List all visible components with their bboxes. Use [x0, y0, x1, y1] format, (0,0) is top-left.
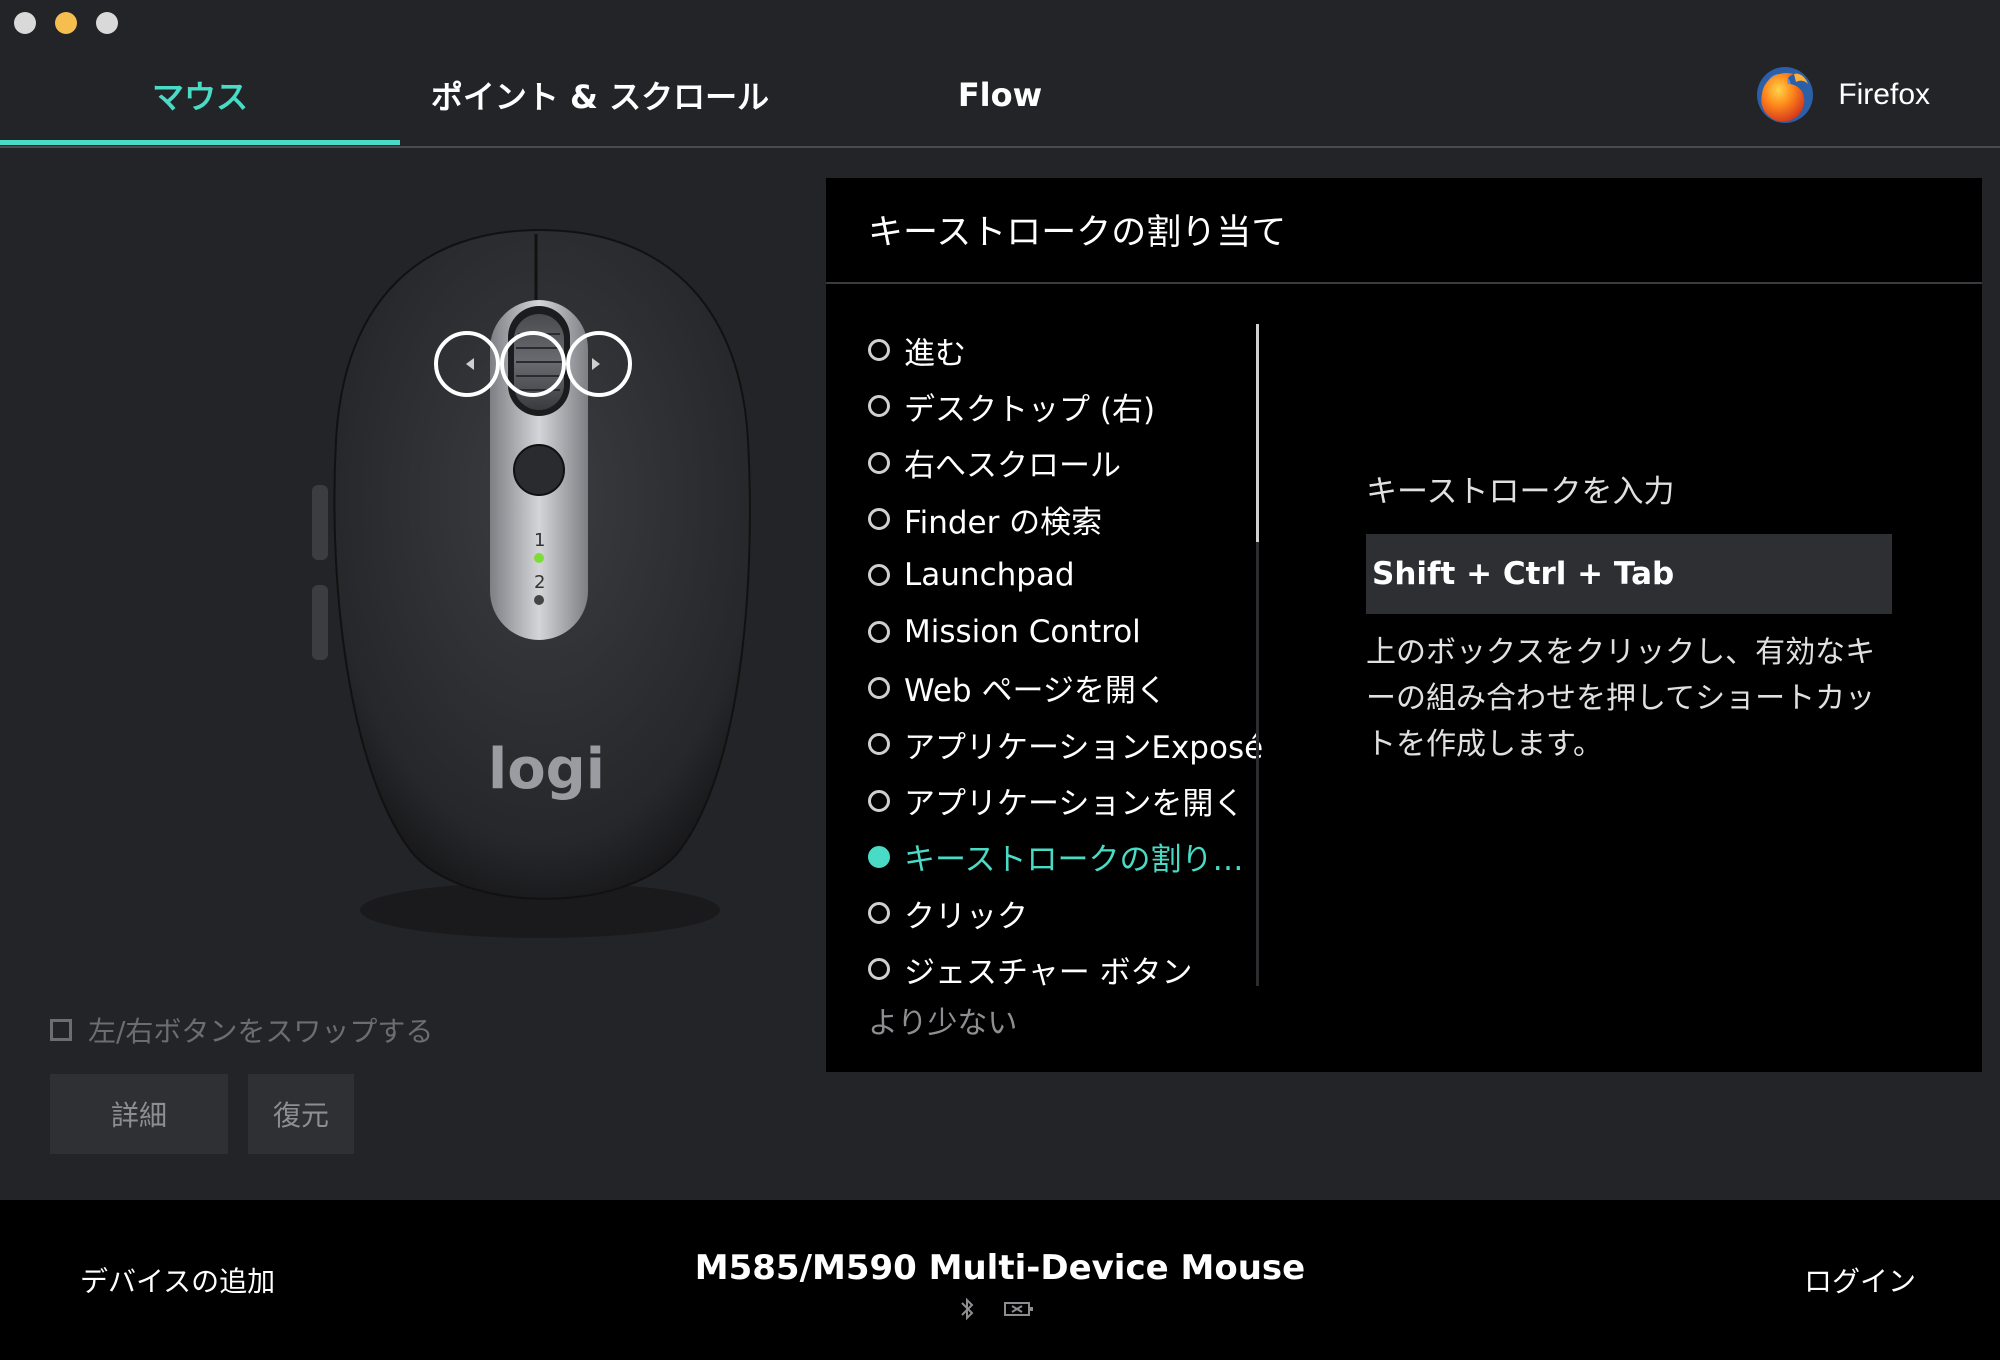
close-window-button[interactable]	[14, 12, 36, 34]
assignment-panel: キーストロークの割り当て 進む デスクトップ (右) 右へスクロール Finde…	[826, 178, 1982, 1072]
action-item-desktop-right[interactable]: デスクトップ (右)	[868, 378, 1248, 434]
tab-point-scroll[interactable]: ポイント & スクロール	[400, 45, 800, 145]
keystroke-label: キーストロークを入力	[1366, 474, 1675, 510]
logi-logo: logi	[488, 737, 605, 802]
panel-title: キーストロークの割り当て	[868, 213, 1287, 253]
tab-mouse[interactable]: マウス	[0, 45, 400, 145]
swap-checkbox[interactable]	[50, 1019, 72, 1041]
action-item-scroll-right[interactable]: 右へスクロール	[868, 435, 1248, 491]
action-label: キーストロークの割り…	[904, 842, 1244, 879]
radio-icon	[868, 902, 890, 925]
action-item-forward[interactable]: 進む	[868, 322, 1248, 378]
channel-2-label: 2	[534, 572, 545, 593]
show-less-link[interactable]: より少ない	[868, 998, 1017, 1042]
channel-1-label: 1	[534, 530, 545, 551]
triangle-right-icon	[592, 358, 600, 370]
swap-label: 左/右ボタンをスワップする	[88, 1015, 434, 1048]
tilt-left-hotspot[interactable]	[434, 331, 500, 397]
radio-icon	[868, 958, 890, 981]
action-label: Finder の検索	[904, 504, 1103, 541]
battery-icon	[1004, 1302, 1033, 1316]
login-button[interactable]: ログイン	[1804, 1260, 1916, 1300]
keystroke-input[interactable]	[1366, 534, 1892, 614]
radio-icon	[868, 395, 890, 418]
active-tab-indicator	[0, 140, 400, 145]
action-item-launchpad[interactable]: Launchpad	[868, 547, 1248, 603]
radio-icon	[868, 789, 890, 812]
action-label: 進む	[904, 335, 966, 372]
window-controls	[14, 12, 118, 34]
scrollbar-thumb[interactable]	[1256, 324, 1259, 542]
action-label: ジェスチャー ボタン	[904, 954, 1193, 991]
action-item-open-app[interactable]: アプリケーションを開く	[868, 772, 1248, 828]
bluetooth-icon	[961, 1297, 974, 1321]
radio-icon	[868, 733, 890, 756]
firefox-icon	[1757, 67, 1814, 123]
radio-icon	[868, 676, 890, 699]
radio-icon	[868, 451, 890, 474]
action-item-app-expose[interactable]: アプリケーションExposé	[868, 716, 1263, 772]
tabs-divider	[0, 146, 2000, 148]
action-item-open-webpage[interactable]: Web ページを開く	[868, 660, 1248, 716]
mouse-illustration: 1 2 logi	[300, 210, 780, 950]
detail-button[interactable]: 詳細	[50, 1074, 228, 1154]
action-item-keystroke[interactable]: キーストロークの割り…	[868, 829, 1248, 885]
radio-icon	[868, 620, 890, 643]
minimize-window-button[interactable]	[55, 12, 77, 34]
tab-bar: マウス ポイント & スクロール Flow	[0, 45, 2000, 145]
tab-flow[interactable]: Flow	[800, 45, 1200, 145]
action-label: アプリケーションを開く	[904, 786, 1245, 823]
reset-button[interactable]: 復元	[248, 1074, 354, 1154]
keystroke-help-text: 上のボックスをクリックし、有効なキーの組み合わせを押してショートカットを作成しま…	[1366, 635, 1876, 762]
action-label: Mission Control	[904, 613, 1141, 650]
action-label: クリック	[904, 898, 1028, 935]
radio-selected-icon	[868, 845, 890, 868]
wheel-hotspot[interactable]	[500, 331, 566, 397]
radio-icon	[868, 339, 890, 362]
action-item-mission-control[interactable]: Mission Control	[868, 603, 1248, 659]
swap-buttons-option[interactable]: 左/右ボタンをスワップする	[50, 1010, 433, 1050]
app-selector[interactable]: Firefox	[1754, 62, 1930, 128]
action-label: 右へスクロール	[904, 448, 1121, 485]
action-item-finder-search[interactable]: Finder の検索	[868, 491, 1248, 547]
mouse-graphic: 1 2 logi	[312, 228, 751, 938]
action-label: Web ページを開く	[904, 673, 1167, 710]
action-label: デスクトップ (右)	[904, 391, 1156, 428]
action-item-gesture-button[interactable]: ジェスチャー ボタン	[868, 941, 1248, 997]
maximize-window-button[interactable]	[96, 12, 118, 34]
radio-icon	[868, 508, 890, 531]
tilt-right-hotspot[interactable]	[566, 331, 632, 397]
triangle-left-icon	[466, 358, 474, 370]
device-name[interactable]: M585/M590 Multi-Device Mouse	[0, 1248, 2000, 1288]
action-item-click[interactable]: クリック	[868, 885, 1248, 941]
footer-bar: デバイスの追加 M585/M590 Multi-Device Mouse ログイ…	[0, 1200, 2000, 1360]
action-label: アプリケーションExposé	[904, 729, 1264, 766]
device-status	[958, 1296, 1034, 1322]
action-list: 進む デスクトップ (右) 右へスクロール Finder の検索 Launchp…	[868, 322, 1263, 998]
radio-icon	[868, 564, 890, 587]
app-name: Firefox	[1838, 78, 1930, 111]
panel-divider	[826, 282, 1982, 284]
action-label: Launchpad	[904, 557, 1075, 594]
